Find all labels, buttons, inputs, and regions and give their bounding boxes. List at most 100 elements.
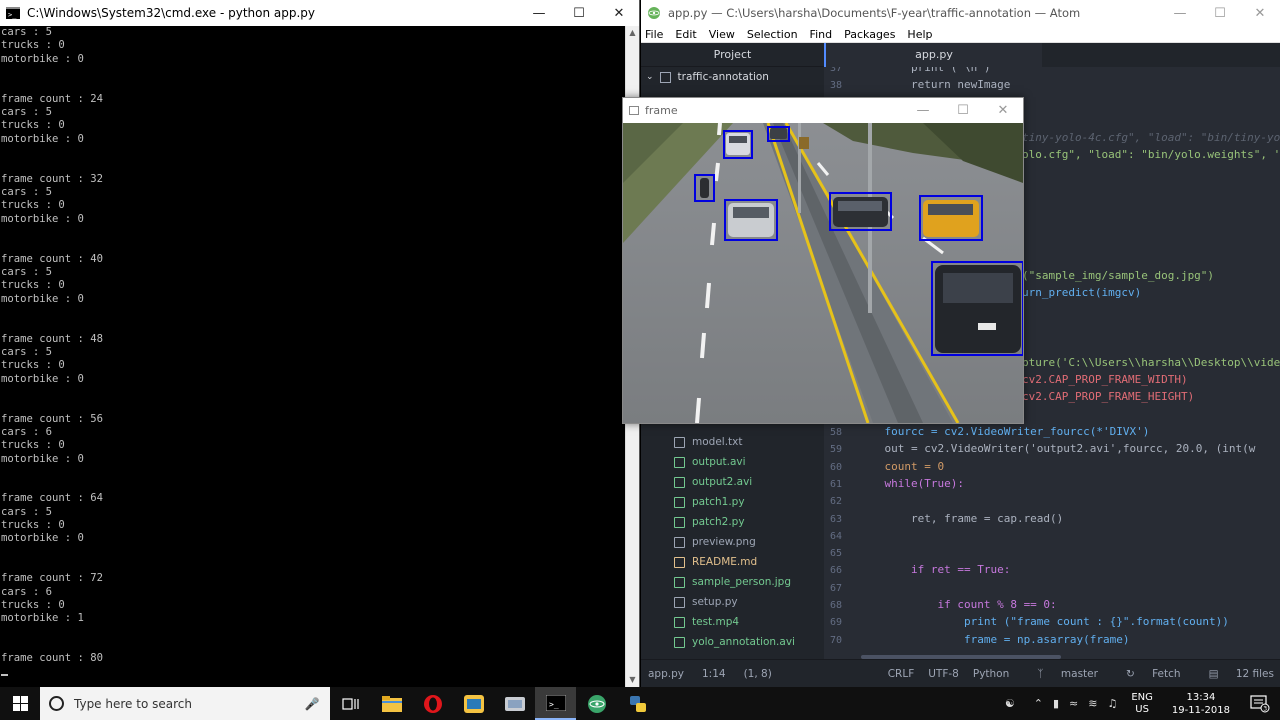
frame-titlebar[interactable]: frame — ☐ ✕: [623, 98, 1023, 123]
tree-item[interactable]: output2.avi: [674, 472, 795, 492]
minimize-button[interactable]: —: [1160, 0, 1200, 26]
code-line[interactable]: 38 return newImage: [824, 76, 1280, 93]
console-line: frame count : 64: [1, 492, 104, 505]
menu-help[interactable]: Help: [907, 28, 932, 41]
code-line[interactable]: 67: [824, 579, 1280, 596]
status-line-ending[interactable]: CRLF: [888, 668, 915, 680]
code-line[interactable]: olo.cfg", "load": "bin/yolo.weights", ': [1022, 146, 1280, 163]
taskbar-cmd[interactable]: >_: [535, 687, 576, 720]
taskbar-app-grey[interactable]: [494, 687, 535, 720]
taskbar-app-yellow[interactable]: [453, 687, 494, 720]
console-line: cars : 6: [1, 425, 53, 438]
chevron-up-icon[interactable]: ⌃: [1034, 697, 1043, 710]
menu-view[interactable]: View: [709, 28, 735, 41]
status-cursor-pos[interactable]: 1:14: [702, 668, 726, 680]
tree-root[interactable]: ⌄ traffic-annotation: [646, 71, 769, 83]
scroll-up-icon[interactable]: ▲: [626, 26, 639, 40]
maximize-button[interactable]: ☐: [559, 0, 599, 26]
maximize-button[interactable]: ☐: [1200, 0, 1240, 26]
menu-file[interactable]: File: [645, 28, 663, 41]
code-line[interactable]: 65: [824, 544, 1280, 561]
tree-item[interactable]: model.txt: [674, 432, 795, 452]
minimize-button[interactable]: —: [903, 98, 943, 124]
maximize-button[interactable]: ☐: [943, 98, 983, 124]
status-branch[interactable]: ᛉ master: [1023, 668, 1098, 680]
console-line: motorbike : 0: [1, 52, 84, 65]
console-line: motorbike : 0: [1, 372, 84, 385]
volume-icon[interactable]: ♫: [1107, 697, 1117, 710]
taskbar: Type here to search 🎤 >_ ☯ ⌃ ▮ ≈ ≋ ♫ ENG…: [0, 687, 1280, 720]
code-line[interactable]: 63 ret, frame = cap.read(): [824, 510, 1280, 527]
status-grammar[interactable]: Python: [973, 668, 1009, 680]
tree-item[interactable]: patch2.py: [674, 512, 795, 532]
status-files[interactable]: ▤ 12 files: [1195, 668, 1274, 680]
notification-count: 3: [1263, 705, 1267, 712]
frame-window[interactable]: frame — ☐ ✕: [622, 97, 1024, 424]
status-fetch[interactable]: ↻ Fetch: [1112, 668, 1181, 680]
atom-titlebar[interactable]: app.py — C:\Users\harsha\Documents\F-yea…: [641, 0, 1280, 26]
tree-item[interactable]: setup.py: [674, 592, 795, 612]
code-line[interactable]: 59 out = cv2.VideoWriter('output2.avi',f…: [824, 440, 1280, 457]
people-icon[interactable]: ☯: [1005, 697, 1015, 710]
menu-edit[interactable]: Edit: [675, 28, 696, 41]
code-line[interactable]: urn_predict(imgcv): [1022, 284, 1280, 301]
code-text: ("sample_img/sample_dog.jpg"): [1022, 269, 1215, 282]
code-line[interactable]: pture('C:\\Users\\harsha\\Desktop\\vide: [1022, 354, 1280, 371]
tree-item-label: test.mp4: [692, 616, 740, 628]
minimize-button[interactable]: —: [519, 0, 559, 26]
line-number: 68: [829, 600, 842, 611]
code-line[interactable]: tiny-yolo-4c.cfg", "load": "bin/tiny-yo: [1022, 129, 1280, 146]
tree-item[interactable]: sample_person.jpg: [674, 572, 795, 592]
notifications-button[interactable]: 3: [1240, 694, 1280, 713]
tree-item[interactable]: preview.png: [674, 532, 795, 552]
code-line[interactable]: 66 if ret == True:: [824, 561, 1280, 578]
console-line: frame count : 72: [1, 572, 104, 585]
code-line[interactable]: cv2.CAP_PROP_FRAME_WIDTH): [1022, 371, 1280, 388]
taskbar-explorer[interactable]: [371, 687, 412, 720]
tree-item[interactable]: test.mp4: [674, 612, 795, 632]
clock[interactable]: 13:34 19-11-2018: [1172, 691, 1230, 717]
console-line: frame count : 48: [1, 332, 104, 345]
code-line[interactable]: ("sample_img/sample_dog.jpg"): [1022, 267, 1280, 284]
status-file[interactable]: app.py: [648, 668, 684, 680]
cmd-titlebar[interactable]: >_ C:\Windows\System32\cmd.exe - python …: [0, 0, 639, 26]
code-line[interactable]: 58 fourcc = cv2.VideoWriter_fourcc(*'DIV…: [824, 423, 1280, 440]
tree-item[interactable]: README.md: [674, 552, 795, 572]
code-line[interactable]: 69 print ("frame count : {}".format(coun…: [824, 613, 1280, 630]
code-line[interactable]: 60 count = 0: [824, 458, 1280, 475]
code-line[interactable]: cv2.CAP_PROP_FRAME_HEIGHT): [1022, 388, 1280, 405]
code-line[interactable]: 61 while(True):: [824, 475, 1280, 492]
task-view-button[interactable]: [330, 687, 371, 720]
tab-project[interactable]: Project: [641, 43, 824, 67]
console-output[interactable]: cars : 5 trucks : 0 motorbike : 0 frame cou…: [0, 26, 626, 687]
cmd-window[interactable]: >_ C:\Windows\System32\cmd.exe - python …: [0, 0, 640, 687]
language-indicator[interactable]: ENG US: [1131, 692, 1153, 716]
tab-app-py[interactable]: app.py: [824, 43, 1042, 67]
tree-item[interactable]: output.avi: [674, 452, 795, 472]
close-button[interactable]: ✕: [1240, 0, 1280, 26]
tree-item[interactable]: yolo_annotation.avi: [674, 632, 795, 652]
microphone-icon[interactable]: 🎤: [302, 697, 322, 711]
code-line[interactable]: 62: [824, 492, 1280, 509]
menu-packages[interactable]: Packages: [844, 28, 895, 41]
code-line[interactable]: 68 if count % 8 == 0:: [824, 596, 1280, 613]
status-bar: app.py 1:14 (1, 8) CRLF UTF-8 Python ᛉ m…: [641, 659, 1280, 687]
close-button[interactable]: ✕: [599, 0, 639, 26]
tree-item[interactable]: patch1.py: [674, 492, 795, 512]
menu-selection[interactable]: Selection: [747, 28, 798, 41]
code-line[interactable]: 70 frame = np.asarray(frame): [824, 631, 1280, 648]
battery-icon[interactable]: ▮: [1053, 697, 1059, 710]
close-button[interactable]: ✕: [983, 98, 1023, 124]
status-encoding[interactable]: UTF-8: [928, 668, 959, 680]
wifi-icon[interactable]: ≋: [1088, 697, 1097, 710]
taskbar-opera[interactable]: [412, 687, 453, 720]
taskbar-atom[interactable]: [576, 687, 617, 720]
code-line[interactable]: 64: [824, 527, 1280, 544]
start-button[interactable]: [0, 687, 40, 720]
menu-find[interactable]: Find: [810, 28, 833, 41]
code-line[interactable]: 37 print ("\n"): [824, 67, 1280, 76]
taskbar-search[interactable]: Type here to search 🎤: [40, 687, 330, 720]
scroll-down-icon[interactable]: ▼: [626, 673, 639, 687]
network-icon[interactable]: ≈: [1069, 697, 1078, 710]
taskbar-python[interactable]: [617, 687, 658, 720]
